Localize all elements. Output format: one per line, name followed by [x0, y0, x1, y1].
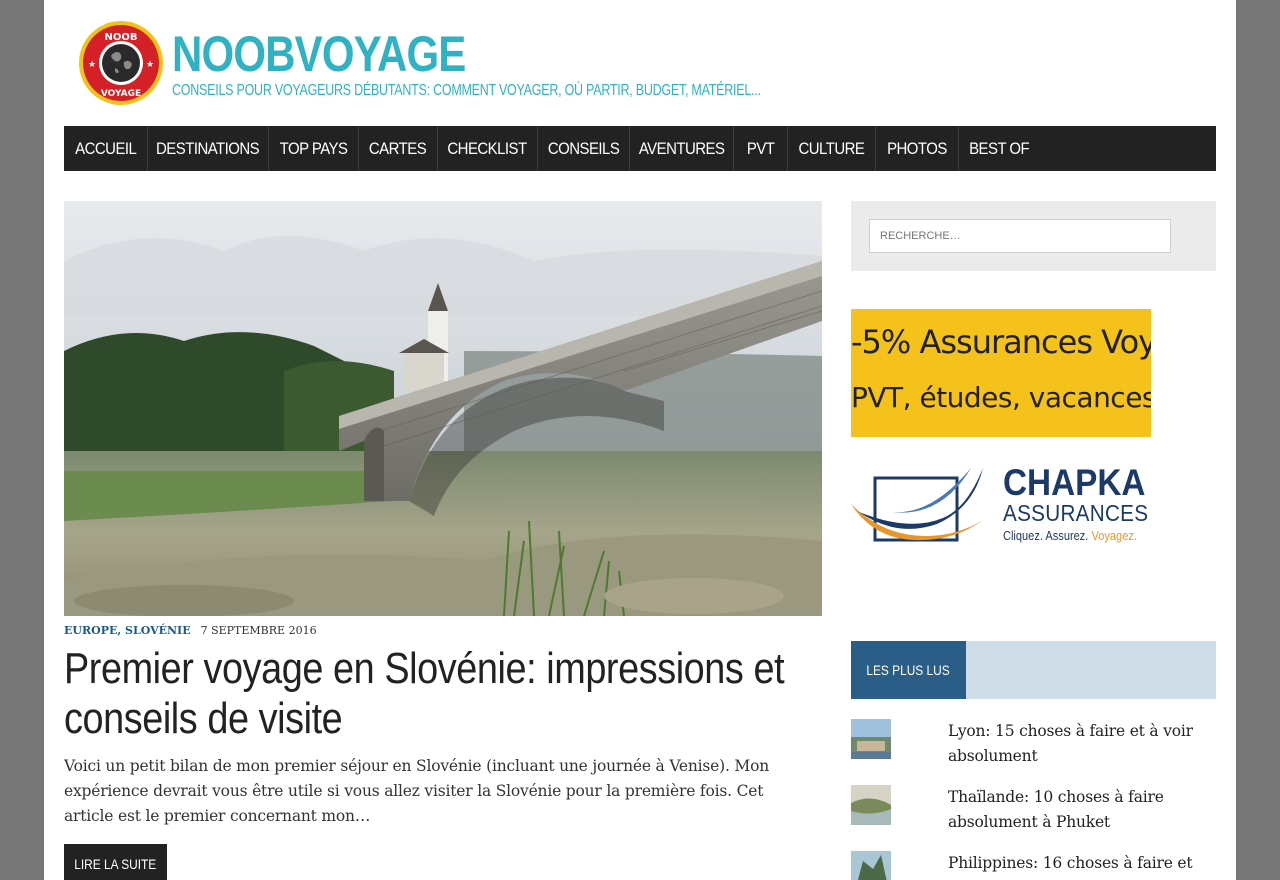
popular-posts-tab[interactable]: LES PLUS LUS [851, 641, 966, 699]
search-widget [851, 201, 1216, 271]
ad-line-1: -5% Assurances Voyages [851, 323, 1151, 361]
post-title[interactable]: Premier voyage en Slovénie: impressions … [64, 644, 821, 744]
svg-text:NOOB: NOOB [105, 32, 138, 43]
post-meta: EUROPE, SLOVÉNIE 7 SEPTEMBRE 2016 [64, 623, 317, 639]
nav-item-culture[interactable]: CULTURE [788, 126, 876, 171]
popular-posts-header: LES PLUS LUS [851, 641, 1216, 699]
nav-item-accueil[interactable]: ACCUEIL [64, 126, 148, 171]
popular-post-thumbnail[interactable] [851, 719, 891, 759]
ad-line-2: PVT, études, vacances... [851, 381, 1151, 414]
popular-post-thumbnail[interactable] [851, 851, 891, 880]
popular-post-title[interactable]: Thaïlande: 10 choses à faire absolument … [948, 785, 1216, 835]
nav-item-photos[interactable]: PHOTOS [876, 126, 959, 171]
popular-post-title[interactable]: Philippines: 16 choses à faire et voir [948, 851, 1216, 880]
nav-item-checklist[interactable]: CHECKLIST [438, 126, 538, 171]
nav-item-cartes[interactable]: CARTES [359, 126, 438, 171]
featured-image[interactable] [64, 201, 822, 616]
nav-item-conseils[interactable]: CONSEILS [538, 126, 630, 171]
post-date: 7 SEPTEMBRE 2016 [200, 624, 317, 637]
popular-post-item[interactable]: Thaïlande: 10 choses à faire absolument … [851, 785, 1216, 845]
main-nav: ACCUEIL DESTINATIONS TOP PAYS CARTES CHE… [64, 126, 1216, 171]
chapka-name: CHAPKA [1003, 462, 1146, 503]
post-categories[interactable]: EUROPE, SLOVÉNIE [64, 624, 191, 637]
svg-text:★: ★ [88, 60, 96, 70]
nav-item-top-pays[interactable]: TOP PAYS [269, 126, 359, 171]
post-excerpt: Voici un petit bilan de mon premier séjo… [64, 757, 770, 825]
search-input[interactable] [869, 219, 1171, 253]
site-title[interactable]: NOOBVOYAGE [172, 26, 466, 82]
popular-post-item[interactable]: Philippines: 16 choses à faire et voir [851, 851, 1216, 880]
nav-item-destinations[interactable]: DESTINATIONS [148, 126, 269, 171]
svg-text:VOYAGE: VOYAGE [101, 89, 141, 99]
popular-post-thumbnail[interactable] [851, 785, 891, 825]
popular-post-item[interactable]: Lyon: 15 choses à faire et à voir absolu… [851, 719, 1216, 779]
bridge-photo [64, 201, 822, 616]
nav-item-aventures[interactable]: AVENTURES [630, 126, 734, 171]
svg-text:★: ★ [146, 60, 154, 70]
chapka-subtitle: ASSURANCES [1003, 500, 1149, 526]
page-wrapper: NOOB VOYAGE ★ ★ NOOBVOYAGE CONSEILS POUR… [44, 0, 1236, 880]
popular-post-title[interactable]: Lyon: 15 choses à faire et à voir absolu… [948, 719, 1216, 769]
chapka-logo-icon [851, 468, 983, 542]
globe-logo-icon: NOOB VOYAGE ★ ★ [79, 21, 163, 105]
chapka-ad[interactable]: CHAPKA ASSURANCES Cliquez. Assurez. Voya… [851, 458, 1151, 550]
nav-item-pvt[interactable]: PVT [734, 126, 788, 171]
insurance-ad-banner[interactable]: -5% Assurances Voyages PVT, études, vaca… [851, 309, 1151, 437]
site-logo[interactable]: NOOB VOYAGE ★ ★ [78, 20, 164, 106]
chapka-tagline: Cliquez. Assurez. Voyagez. [1003, 528, 1137, 543]
read-more-button[interactable]: LIRE LA SUITE [64, 844, 167, 880]
nav-item-best-of[interactable]: BEST OF [959, 126, 1039, 171]
site-description: CONSEILS POUR VOYAGEURS DÉBUTANTS: COMME… [172, 82, 761, 99]
